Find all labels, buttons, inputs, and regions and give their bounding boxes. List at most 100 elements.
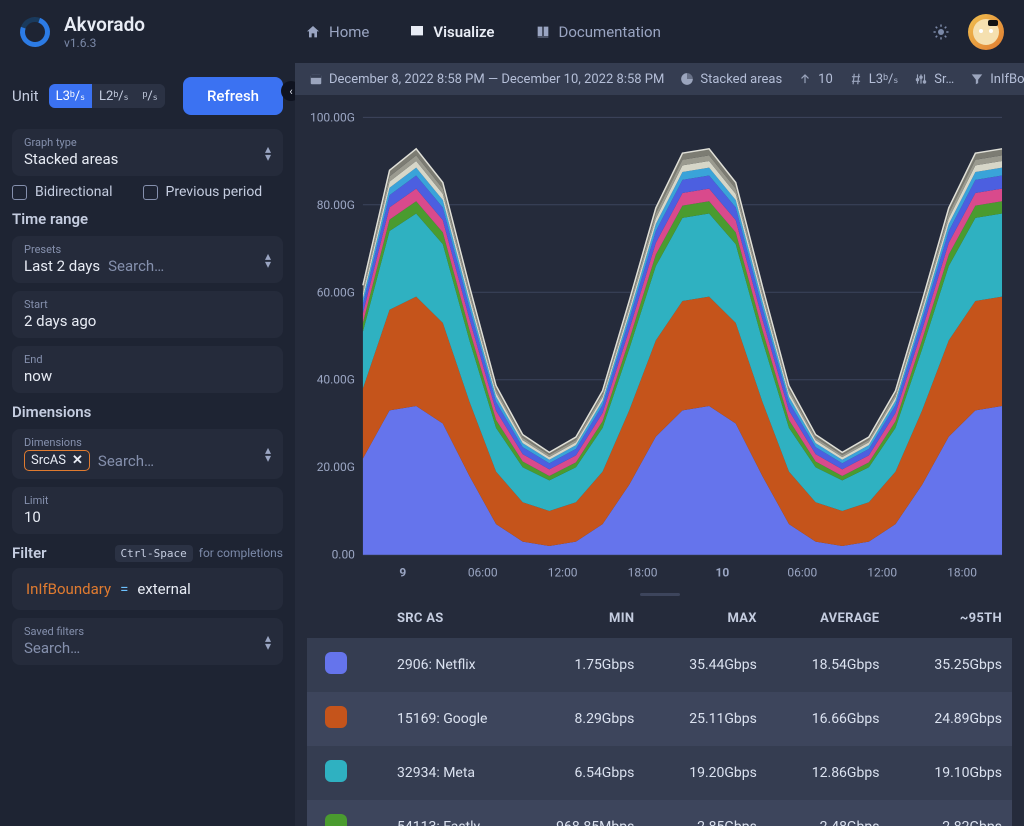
start-value: 2 days ago bbox=[24, 312, 271, 330]
dimensions-search-placeholder: Search… bbox=[98, 452, 154, 470]
filter-val: external bbox=[137, 580, 190, 598]
cell-max: 2.85Gbps bbox=[644, 800, 767, 826]
th-max[interactable]: MAX bbox=[644, 599, 767, 638]
cell-avg: 16.66Gbps bbox=[767, 692, 890, 746]
th-avg[interactable]: AVERAGE bbox=[767, 599, 890, 638]
cell-name: 32934: Meta bbox=[357, 746, 507, 800]
bidirectional-checkbox[interactable]: Bidirectional bbox=[12, 184, 113, 200]
graph-type-select[interactable]: Graph type Stacked areas ▴▾ bbox=[12, 129, 283, 176]
graph-type-label: Graph type bbox=[24, 136, 271, 149]
cell-min: 8.29Gbps bbox=[507, 692, 644, 746]
limit-value: 10 bbox=[24, 508, 271, 526]
logo-icon bbox=[15, 12, 55, 52]
chart-icon bbox=[409, 24, 425, 40]
summary-type: Stacked areas bbox=[700, 72, 782, 87]
brand: Akvorado v1.6.3 bbox=[20, 13, 145, 50]
funnel-icon bbox=[970, 72, 984, 86]
th-dim[interactable]: SRC AS bbox=[357, 599, 507, 638]
remove-tag-icon[interactable]: ✕ bbox=[72, 453, 83, 468]
presets-label: Presets bbox=[24, 243, 271, 256]
summary-time: December 8, 2022 8:58 PM — December 10, … bbox=[329, 72, 664, 87]
cell-avg: 12.86Gbps bbox=[767, 746, 890, 800]
table-row[interactable]: 54113: Fastly 968.85Mbps 2.85Gbps 2.48Gb… bbox=[307, 800, 1012, 826]
svg-text:18:00: 18:00 bbox=[628, 566, 658, 580]
app-version: v1.6.3 bbox=[64, 36, 145, 50]
home-icon bbox=[305, 24, 321, 40]
theme-toggle-icon[interactable] bbox=[932, 23, 950, 41]
unit-segmented: L3ᵇ/ₛ L2ᵇ/ₛ ᵖ/ₛ bbox=[49, 84, 165, 108]
previous-period-checkbox[interactable]: Previous period bbox=[143, 184, 263, 200]
th-min[interactable]: MIN bbox=[507, 599, 644, 638]
chevron-updown-icon: ▴▾ bbox=[265, 145, 271, 161]
user-avatar[interactable] bbox=[968, 14, 1004, 50]
dimensions-select[interactable]: Dimensions SrcAS ✕ Search… ▴▾ bbox=[12, 429, 283, 479]
chart-area[interactable]: 0.0020.00G40.00G60.00G80.00G100.00G906:0… bbox=[295, 95, 1024, 589]
filter-expression-input[interactable]: InIfBoundary = external bbox=[12, 568, 283, 610]
filter-kbd: Ctrl-Space bbox=[115, 545, 193, 562]
nav-visualize[interactable]: Visualize bbox=[409, 23, 494, 41]
series-swatch bbox=[325, 706, 347, 728]
svg-text:0.00: 0.00 bbox=[332, 548, 356, 562]
table-row[interactable]: 2906: Netflix 1.75Gbps 35.44Gbps 18.54Gb… bbox=[307, 638, 1012, 692]
calendar-icon bbox=[309, 72, 323, 86]
stacked-area-chart: 0.0020.00G40.00G60.00G80.00G100.00G906:0… bbox=[303, 107, 1012, 585]
time-range-title: Time range bbox=[12, 210, 283, 228]
nav-documentation[interactable]: Documentation bbox=[535, 23, 661, 41]
start-input[interactable]: Start 2 days ago bbox=[12, 291, 283, 338]
cell-max: 25.11Gbps bbox=[644, 692, 767, 746]
limit-input[interactable]: Limit 10 bbox=[12, 487, 283, 534]
dimensions-label: Dimensions bbox=[24, 436, 271, 449]
end-input[interactable]: End now bbox=[12, 346, 283, 393]
presets-select[interactable]: Presets Last 2 days Search… ▴▾ bbox=[12, 236, 283, 283]
unit-l2-button[interactable]: L2ᵇ/ₛ bbox=[92, 84, 135, 108]
dimensions-title: Dimensions bbox=[12, 403, 283, 421]
th-p95[interactable]: ~95TH bbox=[889, 599, 1012, 638]
summary-bar: December 8, 2022 8:58 PM — December 10, … bbox=[295, 63, 1024, 95]
chevron-updown-icon: ▴▾ bbox=[265, 446, 271, 462]
table-row[interactable]: 32934: Meta 6.54Gbps 19.20Gbps 12.86Gbps… bbox=[307, 746, 1012, 800]
bidirectional-label: Bidirectional bbox=[35, 184, 113, 200]
cell-min: 968.85Mbps bbox=[507, 800, 644, 826]
svg-text:12:00: 12:00 bbox=[548, 566, 578, 580]
summary-dims: Sr… bbox=[934, 72, 954, 87]
nav-home-label: Home bbox=[329, 23, 369, 41]
dimension-tag-srcas[interactable]: SrcAS ✕ bbox=[24, 450, 90, 471]
nav-docs-label: Documentation bbox=[559, 23, 661, 41]
svg-text:80.00G: 80.00G bbox=[317, 198, 355, 212]
unit-l3-button[interactable]: L3ᵇ/ₛ bbox=[49, 84, 92, 108]
dimension-tag-label: SrcAS bbox=[31, 453, 66, 468]
cell-max: 35.44Gbps bbox=[644, 638, 767, 692]
unit-pps-button[interactable]: ᵖ/ₛ bbox=[135, 84, 164, 108]
graph-type-value: Stacked areas bbox=[24, 150, 271, 168]
svg-text:100.00G: 100.00G bbox=[310, 110, 355, 124]
cell-avg: 2.48Gbps bbox=[767, 800, 890, 826]
cell-name: 15169: Google bbox=[357, 692, 507, 746]
saved-filters-label: Saved filters bbox=[24, 625, 271, 638]
cell-min: 6.54Gbps bbox=[507, 746, 644, 800]
end-value: now bbox=[24, 367, 271, 385]
cell-name: 54113: Fastly bbox=[357, 800, 507, 826]
refresh-button[interactable]: Refresh bbox=[183, 77, 283, 115]
cell-p95: 35.25Gbps bbox=[889, 638, 1012, 692]
cell-min: 1.75Gbps bbox=[507, 638, 644, 692]
series-swatch bbox=[325, 814, 347, 826]
saved-filters-value: Search… bbox=[24, 639, 271, 657]
filter-key: InIfBoundary bbox=[26, 580, 111, 598]
svg-text:18:00: 18:00 bbox=[947, 566, 977, 580]
nav-home[interactable]: Home bbox=[305, 23, 369, 41]
saved-filters-select[interactable]: Saved filters Search… ▴▾ bbox=[12, 618, 283, 665]
series-swatch bbox=[325, 652, 347, 674]
cell-avg: 18.54Gbps bbox=[767, 638, 890, 692]
resize-handle[interactable] bbox=[295, 589, 1024, 599]
table-row[interactable]: 15169: Google 8.29Gbps 25.11Gbps 16.66Gb… bbox=[307, 692, 1012, 746]
unit-label: Unit bbox=[12, 87, 39, 105]
filter-title: Filter bbox=[12, 544, 47, 562]
svg-text:06:00: 06:00 bbox=[787, 566, 817, 580]
chevron-updown-icon: ▴▾ bbox=[265, 634, 271, 650]
svg-text:9: 9 bbox=[399, 566, 406, 580]
start-label: Start bbox=[24, 298, 271, 311]
svg-text:06:00: 06:00 bbox=[468, 566, 498, 580]
end-label: End bbox=[24, 353, 271, 366]
cell-p95: 2.82Gbps bbox=[889, 800, 1012, 826]
collapse-sidebar-icon[interactable]: ‹ bbox=[281, 81, 295, 101]
